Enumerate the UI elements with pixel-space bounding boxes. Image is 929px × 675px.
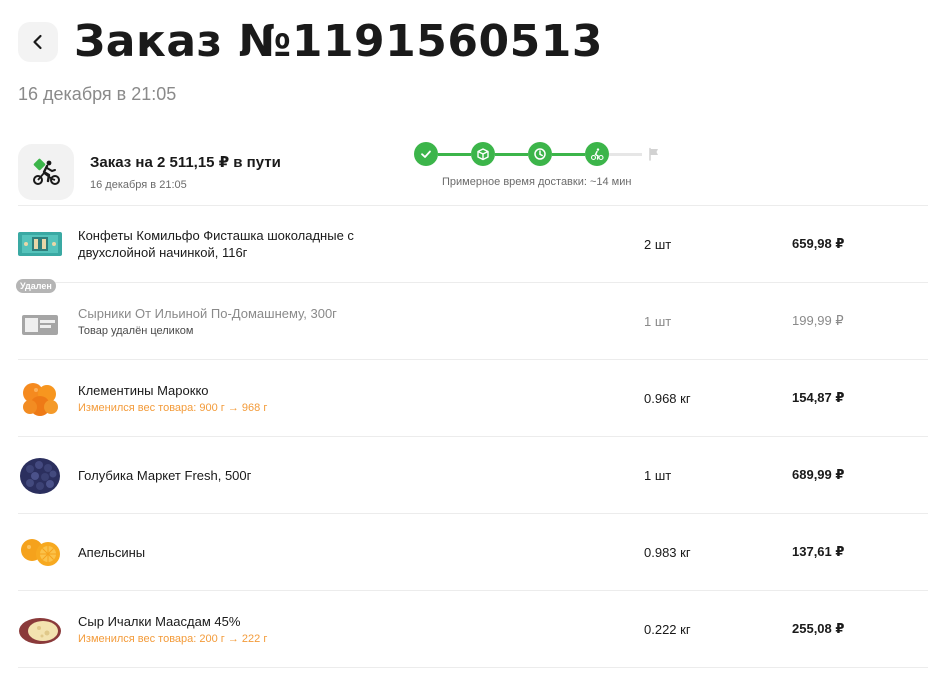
list-item[interactable]: Апельсины 0.983 кг 137,61 ₽ [18, 513, 928, 590]
product-image [18, 530, 62, 574]
step-confirmed [414, 142, 438, 166]
progress-line [552, 152, 585, 156]
blueberries-image [20, 458, 60, 494]
step-packed [471, 142, 495, 166]
item-note: Товар удалён целиком [78, 325, 194, 337]
item-price: 255,08 ₽ [792, 621, 845, 636]
item-price: 689,99 ₽ [792, 467, 845, 482]
item-quantity: 2 шт [644, 236, 672, 252]
item-info: Сырники От Ильиной По-Домашнему, 300г То… [78, 305, 398, 337]
order-page: Заказ №1191560513 16 декабря в 21:05 Зак… [0, 0, 929, 675]
item-info: Конфеты Комильфо Фисташка шоколадные с д… [78, 227, 398, 261]
item-info: Апельсины [78, 544, 398, 561]
list-divider [18, 667, 928, 668]
page-title: Заказ №1191560513 [74, 16, 603, 67]
courier-icon [33, 158, 60, 185]
back-button[interactable] [18, 22, 58, 62]
item-price: 154,87 ₽ [792, 390, 845, 405]
item-name: Конфеты Комильфо Фисташка шоколадные с д… [78, 228, 354, 260]
item-name: Сыр Ичалки Маасдам 45% [78, 614, 241, 629]
progress-line [438, 152, 471, 156]
item-info: Голубика Маркет Fresh, 500г [78, 467, 398, 484]
item-quantity: 0.983 кг [644, 544, 691, 560]
item-price: 137,61 ₽ [792, 544, 845, 559]
item-weight-change: Изменился вес товара: 900 г → 968 г [78, 402, 268, 414]
product-image [18, 299, 62, 343]
clementines-image [23, 383, 58, 416]
syrniki-pack-image [22, 315, 58, 335]
courier-badge [18, 144, 74, 200]
product-image [18, 453, 62, 497]
delivery-eta: Примерное время доставки: ~14 мин [442, 176, 632, 188]
item-quantity: 0.222 кг [644, 621, 691, 637]
item-quantity: 1 шт [644, 467, 672, 483]
cheese-image [19, 618, 61, 644]
list-item-removed[interactable]: Удален Сырники От Ильиной По-Домашнему, … [16, 279, 928, 359]
progress-line-pending [609, 152, 642, 156]
delivery-progress: Примерное время доставки: ~14 мин [414, 142, 676, 188]
step-delivered [642, 142, 666, 166]
status-date: 16 декабря в 21:05 [90, 179, 187, 191]
item-price: 199,99 ₽ [792, 313, 844, 328]
order-status: Заказ на 2 511,15 ₽ в пути 16 декабря в … [18, 140, 928, 204]
box-icon [477, 148, 489, 161]
progress-steps [414, 142, 676, 166]
item-name: Голубика Маркет Fresh, 500г [78, 467, 252, 483]
item-quantity: 1 шт [644, 313, 672, 329]
check-icon [421, 150, 431, 158]
oranges-image [21, 539, 60, 566]
chevron-left-icon [33, 34, 42, 50]
removed-badge: Удален [16, 279, 56, 293]
courier-icon [590, 148, 604, 161]
item-name: Клементины Марокко [78, 383, 209, 398]
flag-icon [649, 147, 658, 161]
list-item[interactable]: Клементины Марокко Изменился вес товара:… [18, 359, 928, 436]
step-waiting [528, 142, 552, 166]
step-on-the-way [585, 142, 609, 166]
order-date: 16 декабря в 21:05 [18, 84, 177, 104]
item-name: Сырники От Ильиной По-Домашнему, 300г [78, 306, 337, 321]
list-item[interactable]: Сыр Ичалки Маасдам 45% Изменился вес тов… [18, 590, 928, 667]
product-image [18, 222, 62, 266]
list-item[interactable]: Конфеты Комильфо Фисташка шоколадные с д… [18, 205, 928, 282]
item-weight-change: Изменился вес товара: 200 г → 222 г [78, 633, 268, 645]
item-price: 659,98 ₽ [792, 236, 845, 251]
progress-line [495, 152, 528, 156]
item-info: Сыр Ичалки Маасдам 45% Изменился вес тов… [78, 613, 398, 645]
candy-box-image [18, 232, 62, 256]
status-text: Заказ на 2 511,15 ₽ в пути 16 декабря в … [90, 153, 400, 191]
item-name: Апельсины [78, 544, 146, 560]
page-header: Заказ №1191560513 [18, 18, 603, 66]
item-info: Клементины Марокко Изменился вес товара:… [78, 382, 398, 414]
list-item[interactable]: Голубика Маркет Fresh, 500г 1 шт 689,99 … [18, 436, 928, 513]
clock-icon [534, 148, 546, 160]
status-title: Заказ на 2 511,15 ₽ в пути [90, 154, 281, 171]
item-quantity: 0.968 кг [644, 390, 691, 406]
product-image [18, 607, 62, 651]
order-items-list: Конфеты Комильфо Фисташка шоколадные с д… [16, 205, 928, 668]
product-image [18, 376, 62, 420]
